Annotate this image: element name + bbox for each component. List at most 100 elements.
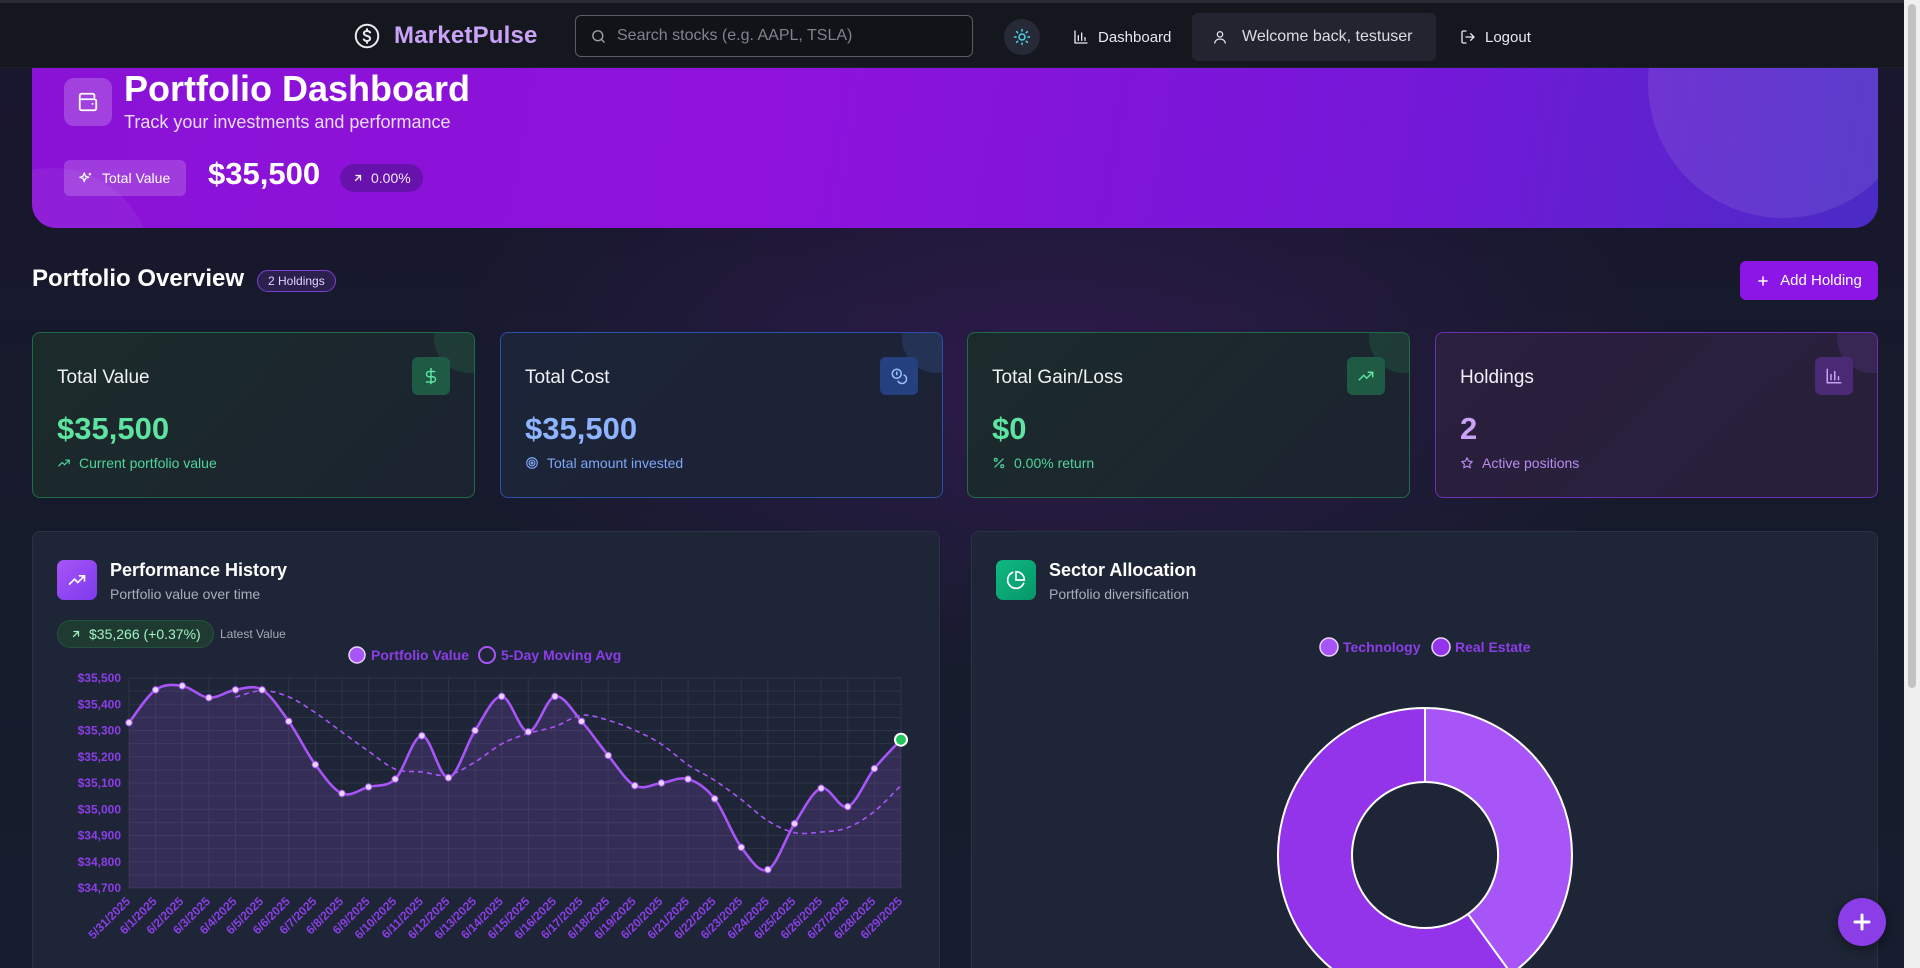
- legend-label: Portfolio Value: [371, 647, 469, 663]
- legend-label: Real Estate: [1455, 639, 1531, 655]
- chart-legend: Technology Real Estate: [1319, 637, 1531, 657]
- add-holding-button[interactable]: Add Holding: [1740, 261, 1878, 300]
- data-point: [551, 692, 559, 701]
- trending-up-icon: [57, 560, 97, 600]
- data-point: [710, 795, 719, 803]
- data-point: [391, 775, 399, 783]
- dollar-circle-icon: [354, 23, 380, 49]
- chart-legend: Portfolio Value 5-Day Moving Avg: [348, 646, 621, 664]
- y-tick-label: $35,300: [78, 724, 122, 738]
- coins-icon: [880, 357, 918, 395]
- latest-data-point: [894, 732, 908, 747]
- user-menu[interactable]: Welcome back, testuser: [1192, 13, 1436, 61]
- data-point: [524, 728, 533, 736]
- stat-card-total-value: Total Value $35,500 Current portfolio va…: [32, 332, 475, 498]
- stat-note-text: Total amount invested: [547, 455, 684, 471]
- y-tick-label: $35,100: [78, 776, 122, 790]
- y-tick-label: $35,500: [78, 671, 122, 685]
- theme-toggle-button[interactable]: [1004, 19, 1040, 55]
- floating-add-button[interactable]: [1838, 898, 1886, 946]
- data-point: [258, 686, 266, 694]
- legend-label: 5-Day Moving Avg: [501, 647, 621, 663]
- stat-note: 0.00% return: [992, 455, 1094, 471]
- panel-subtitle: Portfolio value over time: [110, 586, 261, 602]
- panel-title: Sector Allocation: [1049, 560, 1197, 580]
- total-value-label: Total Value: [102, 170, 171, 186]
- percent-icon: [993, 457, 1005, 469]
- sector-donut-chart: Technology Real Estate: [1277, 637, 1573, 968]
- nav-dashboard-link[interactable]: Dashboard: [1073, 19, 1171, 55]
- top-navbar: MarketPulse Dashboard Welcome back, test…: [0, 0, 1904, 68]
- panel-title: Performance History: [110, 560, 288, 580]
- y-tick-label: $34,700: [78, 881, 122, 895]
- data-point: [764, 865, 772, 874]
- data-point: [311, 760, 320, 769]
- data-point: [497, 692, 506, 701]
- total-value-pill: Total Value: [64, 160, 187, 196]
- data-point: [231, 686, 240, 694]
- holdings-count-badge: 2 Holdings: [257, 270, 336, 292]
- stat-note: Active positions: [1460, 455, 1579, 471]
- y-tick-label: $35,200: [78, 750, 122, 764]
- data-point: [844, 802, 852, 811]
- trending-up-icon: [58, 459, 70, 467]
- stat-note-text: Current portfolio value: [79, 455, 217, 471]
- panel-subtitle: Portfolio diversification: [1049, 586, 1190, 602]
- data-point: [471, 726, 479, 735]
- data-point: [444, 774, 453, 782]
- stat-value: 2: [1460, 411, 1478, 446]
- scrollbar-thumb[interactable]: [1908, 4, 1916, 688]
- brand[interactable]: MarketPulse: [352, 21, 538, 51]
- data-point: [631, 781, 639, 790]
- stat-note: Total amount invested: [525, 455, 683, 471]
- decorative-circle: [1648, 58, 1878, 218]
- bar-chart-icon: [1815, 357, 1853, 395]
- plus-icon: [1758, 275, 1768, 286]
- stat-title: Total Cost: [525, 367, 610, 388]
- sector-allocation-panel: Sector Allocation Portfolio diversificat…: [971, 531, 1878, 968]
- data-point: [125, 718, 133, 727]
- sparkles-icon: [79, 171, 92, 182]
- search-box[interactable]: [575, 15, 973, 57]
- data-point: [151, 686, 160, 694]
- y-tick-label: $35,000: [78, 802, 122, 816]
- data-point: [817, 784, 825, 792]
- brand-name: MarketPulse: [394, 22, 538, 49]
- data-point: [418, 732, 426, 740]
- total-value-amount: $35,500: [208, 156, 321, 191]
- data-point: [178, 682, 186, 690]
- stat-card-total-gain-loss: Total Gain/Loss $0 0.00% return: [967, 332, 1410, 498]
- legend-marker: [348, 646, 366, 664]
- dollar-icon: [412, 357, 450, 395]
- y-tick-label: $34,800: [78, 855, 122, 869]
- search-input[interactable]: [617, 27, 957, 45]
- stat-card-holdings: Holdings 2 Active positions: [1435, 332, 1878, 498]
- legend-label: Technology: [1343, 639, 1421, 655]
- logout-icon: [1461, 30, 1475, 44]
- welcome-text: Welcome back, testuser: [1242, 28, 1413, 45]
- stat-note-text: 0.00% return: [1014, 455, 1095, 471]
- page-subtitle: Track your investments and performance: [124, 112, 451, 132]
- stat-note-text: Active positions: [1482, 455, 1580, 471]
- plus-icon: [1853, 913, 1871, 931]
- target-icon: [526, 457, 538, 469]
- stat-title: Holdings: [1460, 367, 1534, 388]
- change-badge: 0.00%: [340, 164, 423, 192]
- user-icon: [1214, 31, 1226, 44]
- data-point: [657, 779, 666, 787]
- latest-value-label: Latest Value: [220, 627, 286, 641]
- y-tick-label: $35,400: [78, 697, 122, 711]
- page-scrollbar[interactable]: [1904, 0, 1920, 968]
- data-point: [205, 693, 213, 702]
- arrow-up-right-icon: [354, 174, 362, 182]
- logout-label: Logout: [1485, 28, 1531, 46]
- search-icon: [592, 29, 605, 43]
- hero-banner: Portfolio Dashboard Track your investmen…: [32, 58, 1878, 228]
- data-point: [364, 783, 373, 791]
- data-point: [870, 764, 879, 773]
- y-tick-label: $34,900: [78, 829, 122, 843]
- stat-note: Current portfolio value: [57, 455, 217, 471]
- stat-card-total-cost: Total Cost $35,500 Total amount invested: [500, 332, 943, 498]
- add-holding-label: Add Holding: [1780, 272, 1862, 289]
- logout-button[interactable]: Logout: [1460, 19, 1531, 55]
